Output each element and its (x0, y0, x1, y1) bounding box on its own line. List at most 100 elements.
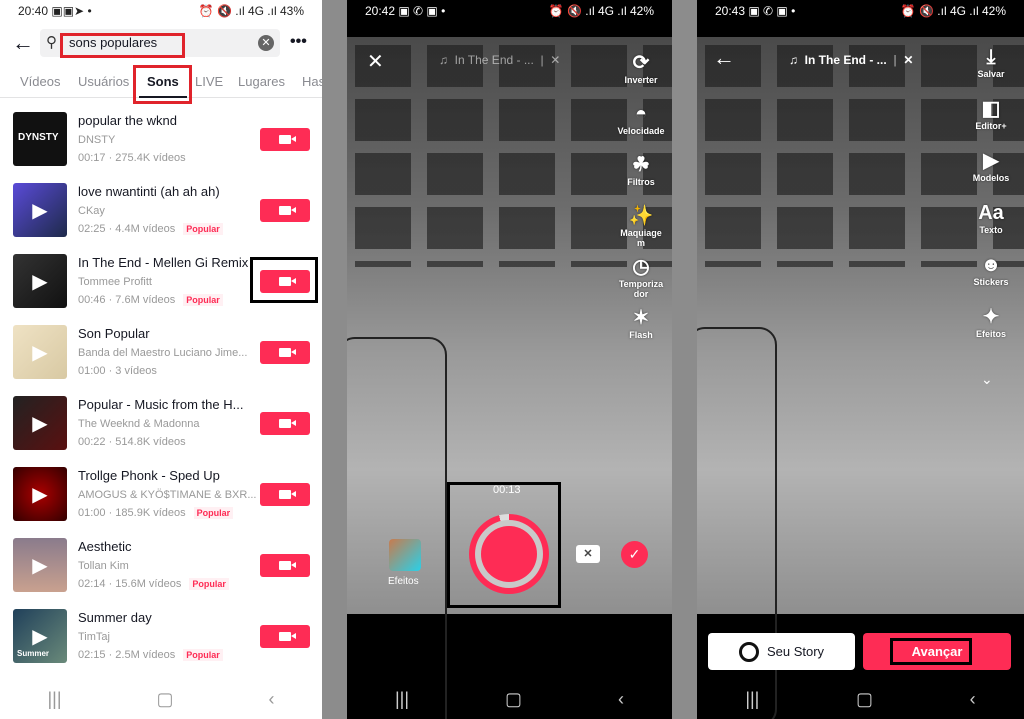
sound-list-item[interactable]: ▶ Son Popular Banda del Maestro Luciano … (0, 325, 322, 396)
play-icon: ▶ (32, 483, 48, 506)
tool-modelos[interactable]: ▶ Modelos (961, 149, 1021, 183)
delete-clip-icon[interactable]: ✕ (576, 545, 600, 563)
sound-list-item[interactable]: ▶ Summer day TimTaj 02:15 · 2.5M vídeos P… (0, 609, 322, 680)
edit-screen: 20:43 ▣ ✆ ▣ • ⏰ 🔇 .ıl 4G .ıl 42% ← ♫ In … (697, 0, 1024, 719)
tool-maquiagem[interactable]: ✨ Maquiagem (611, 204, 671, 248)
tab-lugares[interactable]: Lugares (238, 74, 285, 89)
tool-flash[interactable]: ✶ Flash (611, 306, 671, 340)
back-arrow-icon[interactable]: ← (12, 30, 34, 56)
sound-title: Son Popular (78, 326, 150, 341)
tool-label: Modelos (972, 173, 1010, 183)
recent-apps-icon[interactable]: ||| (47, 689, 61, 710)
recent-apps-icon[interactable]: ||| (745, 689, 759, 710)
close-icon[interactable]: ✕ (367, 49, 384, 74)
video-camera-icon (279, 632, 296, 641)
play-icon: ▶ (32, 270, 48, 293)
sound-meta: 01:00 · 185.9K vídeos (78, 507, 186, 519)
sound-artist: Tommee Profitt (78, 276, 152, 288)
tool-inverter[interactable]: ⟳ Inverter (611, 51, 671, 85)
video-camera-icon (279, 561, 296, 570)
tool-label: Temporizador (618, 279, 664, 299)
video-camera-icon (279, 206, 296, 215)
use-sound-record-button[interactable] (260, 341, 310, 364)
play-icon: ▶ (32, 341, 48, 364)
use-sound-record-button[interactable] (260, 412, 310, 435)
sound-artist: Tollan Kim (78, 560, 129, 572)
home-icon[interactable]: ▢ (505, 689, 522, 710)
sound-title: popular the wknd (78, 113, 178, 128)
sound-search-screen: 20:40 ▣▣➤ • ⏰ 🔇 .ıl 4G .ıl 43% ← ⚲ sons … (0, 0, 322, 719)
notification-icons: ▣ ✆ ▣ • (398, 4, 446, 18)
sound-cover-thumbnail: ▶ (13, 396, 67, 450)
clear-search-icon[interactable]: ✕ (258, 35, 274, 51)
status-bar: 20:42 ▣ ✆ ▣ • ⏰ 🔇 .ıl 4G .ıl 42% (347, 0, 672, 22)
recent-apps-icon[interactable]: ||| (395, 689, 409, 710)
home-icon[interactable]: ▢ (157, 689, 174, 710)
makeup-icon: ✨ (628, 205, 654, 227)
story-label: Seu Story (766, 644, 825, 659)
tool-salvar[interactable]: ⤓ Salvar (961, 45, 1021, 79)
use-sound-record-button[interactable] (260, 483, 310, 506)
tool-editor-plus[interactable]: ◧ Editor+ (961, 97, 1021, 131)
tool-efeitos[interactable]: ✦ Efeitos (961, 305, 1021, 339)
back-icon[interactable]: ‹ (970, 689, 976, 710)
tool-label: Inverter (624, 75, 658, 85)
story-ring-icon (738, 641, 759, 662)
more-options-icon[interactable]: ••• (290, 33, 307, 51)
tool-stickers[interactable]: ☻ Stickers (961, 253, 1021, 287)
flash-off-icon: ✶ (632, 307, 650, 329)
use-sound-record-button[interactable] (260, 625, 310, 648)
sound-selector[interactable]: ♫ In The End - ... | ✕ (789, 53, 913, 67)
status-bar: 20:43 ▣ ✆ ▣ • ⏰ 🔇 .ıl 4G .ıl 42% (697, 0, 1024, 22)
effects-label: Efeitos (388, 576, 419, 587)
status-time: 20:42 (365, 4, 396, 18)
tool-texto[interactable]: Aa Texto (961, 201, 1021, 235)
filters-icon: ☘ (632, 154, 650, 176)
tool-velocidade[interactable]: ◓ Velocidade (611, 102, 671, 136)
tab-has[interactable]: Has (302, 74, 322, 89)
sound-artist: DNSTY (78, 134, 116, 146)
use-sound-record-button[interactable] (260, 554, 310, 577)
expand-more-icon[interactable]: ⌄ (981, 371, 993, 388)
camera-recording-screen: 20:42 ▣ ✆ ▣ • ⏰ 🔇 .ıl 4G .ıl 42% ✕ ♫ In … (347, 0, 672, 719)
status-right: ⏰ 🔇 .ıl 4G .ıl 43% (198, 4, 304, 18)
sound-cover-thumbnail: ▶ (13, 467, 67, 521)
flip-camera-icon: ⟳ (632, 52, 650, 74)
play-icon: ▶ (32, 412, 48, 435)
back-icon[interactable]: ‹ (269, 689, 275, 710)
tab-live[interactable]: LIVE (195, 74, 223, 89)
play-icon: ▶ (32, 625, 48, 648)
sound-meta: 01:00 · 3 vídeos (78, 365, 157, 377)
tool-label: Flash (629, 330, 653, 340)
sound-cover-thumbnail: ▶ (13, 325, 67, 379)
popular-badge: Popular (183, 223, 223, 235)
tool-temporizador[interactable]: ◷ Temporizador (611, 255, 671, 299)
sound-title: Aesthetic (78, 539, 132, 554)
confirm-check-icon[interactable]: ✓ (621, 541, 648, 568)
sound-title: love nwantinti (ah ah ah) (78, 184, 220, 199)
sound-list-item[interactable]: ▶ Popular - Music from the H... The Week… (0, 396, 322, 467)
sound-artist: Banda del Maestro Luciano Jime... (78, 347, 248, 359)
thumbnail-text: DYNSTY (18, 132, 59, 143)
your-story-button[interactable]: Seu Story (708, 633, 855, 670)
tool-label: Maquiagem (620, 228, 662, 248)
sound-list-item[interactable]: popular the wknd DNSTY 00:17 · 275.4K ví… (0, 112, 322, 183)
home-icon[interactable]: ▢ (856, 689, 873, 710)
notification-icons: ▣ ✆ ▣ • (748, 4, 796, 18)
tab-usuários[interactable]: Usuários (78, 74, 129, 89)
sound-list-item[interactable]: ▶ love nwantinti (ah ah ah) CKay 02:25 ·… (0, 183, 322, 254)
sound-list-item[interactable]: ▶ Trollge Phonk - Sped Up AMOGUS & KYÖ$T… (0, 467, 322, 538)
sticker-icon: ☻ (980, 254, 1002, 276)
back-arrow-icon[interactable]: ← (713, 45, 735, 71)
back-icon[interactable]: ‹ (618, 689, 624, 710)
sound-list-item[interactable]: ▶ Aesthetic Tollan Kim 02:14 · 15.6M víd… (0, 538, 322, 609)
tool-filtros[interactable]: ☘ Filtros (611, 153, 671, 187)
use-sound-record-button[interactable] (260, 199, 310, 222)
effects-thumbnail-icon[interactable] (389, 539, 421, 571)
sound-meta: 00:22 · 514.8K vídeos (78, 436, 186, 448)
sound-selector[interactable]: ♫ In The End - ... | ✕ (439, 53, 560, 67)
tab-vídeos[interactable]: Vídeos (20, 74, 60, 89)
tool-label: Filtros (627, 177, 655, 187)
use-sound-record-button[interactable] (260, 128, 310, 151)
status-bar: 20:40 ▣▣➤ • ⏰ 🔇 .ıl 4G .ıl 43% (0, 0, 322, 22)
